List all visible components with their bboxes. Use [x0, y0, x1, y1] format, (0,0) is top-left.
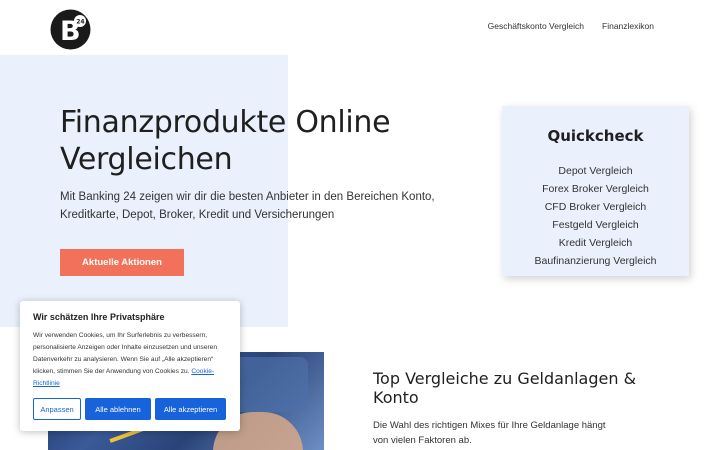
cookie-body: Wir verwenden Cookies, um Ihr Surferlebn…: [33, 330, 229, 390]
quickcheck-list: Depot Vergleich Forex Broker Vergleich C…: [502, 162, 689, 270]
svg-text:24: 24: [76, 18, 84, 25]
section-title: Top Vergleiche zu Geldanlagen & Konto: [373, 369, 637, 407]
quickcheck-title: Quickcheck: [547, 127, 644, 145]
quickcheck-cfd[interactable]: CFD Broker Vergleich: [502, 198, 689, 216]
hero-title: Finanzprodukte Online Vergleichen: [60, 105, 391, 177]
cookie-accept-button[interactable]: Alle akzeptieren: [155, 398, 226, 420]
section-text: Die Wahl des richtigen Mixes für Ihre Ge…: [373, 420, 606, 446]
nav-finanzlexikon[interactable]: Finanzlexikon: [602, 21, 654, 31]
banking24-logo[interactable]: B 24: [50, 9, 91, 50]
quickcheck-depot[interactable]: Depot Vergleich: [502, 162, 689, 180]
cookie-reject-button[interactable]: Alle ablehnen: [85, 398, 151, 420]
logo-icon: B 24: [50, 9, 91, 50]
aktuelle-aktionen-button[interactable]: Aktuelle Aktionen: [60, 249, 184, 276]
quickcheck-box: Quickcheck Depot Vergleich Forex Broker …: [502, 106, 689, 276]
cookie-buttons: Anpassen Alle ablehnen Alle akzeptieren: [33, 398, 226, 420]
quickcheck-baufinanzierung[interactable]: Baufinanzierung Vergleich: [502, 252, 689, 270]
quickcheck-kredit[interactable]: Kredit Vergleich: [502, 234, 689, 252]
cookie-body-text: Wir verwenden Cookies, um Ihr Surferlebn…: [33, 332, 218, 375]
quickcheck-forex[interactable]: Forex Broker Vergleich: [502, 180, 689, 198]
nav-geschaeftskonto[interactable]: Geschäftskonto Vergleich: [488, 21, 584, 31]
quickcheck-festgeld[interactable]: Festgeld Vergleich: [502, 216, 689, 234]
cookie-consent-banner: Wir schätzen Ihre Privatsphäre Wir verwe…: [20, 301, 240, 431]
cookie-title: Wir schätzen Ihre Privatsphäre: [33, 312, 165, 322]
site-header: B 24 Geschäftskonto Vergleich Finanzlexi…: [0, 0, 720, 55]
hero-subtitle: Mit Banking 24 zeigen wir dir die besten…: [60, 191, 435, 221]
main-nav: Geschäftskonto Vergleich Finanzlexikon: [488, 21, 654, 31]
cookie-customize-button[interactable]: Anpassen: [33, 398, 81, 420]
